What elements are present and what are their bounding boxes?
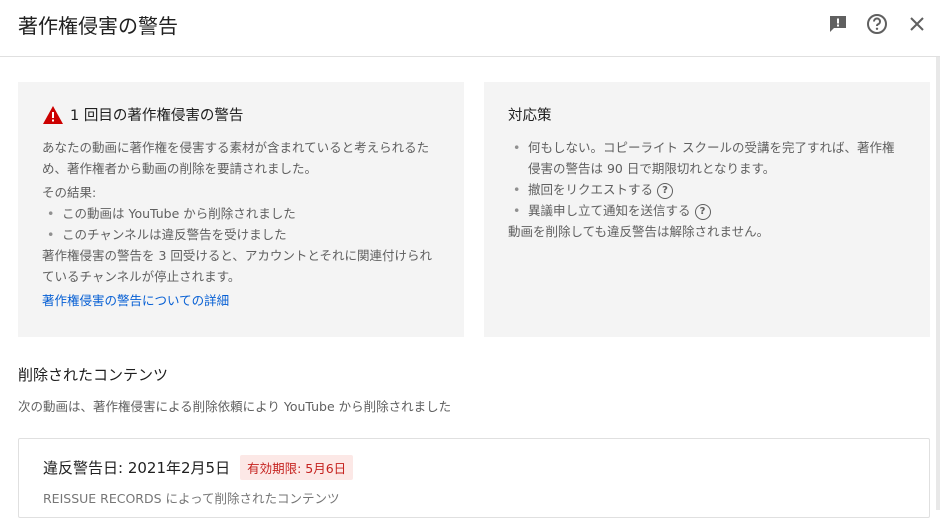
list-item: 何もしない。コピーライト スクールの受講を完了すれば、著作権侵害の警告は 90 … xyxy=(508,137,906,179)
actions-card: 対応策 何もしない。コピーライト スクールの受講を完了すれば、著作権侵害の警告は… xyxy=(484,82,930,337)
removed-item: 違反警告日: 2021年2月5日 有効期限: 5月6日 REISSUE RECO… xyxy=(18,438,930,518)
list-item: この動画は YouTube から削除されました xyxy=(42,203,440,224)
dialog-header: 著作権侵害の警告 xyxy=(0,0,940,57)
removed-heading: 削除されたコンテンツ xyxy=(18,366,169,384)
help-icon[interactable] xyxy=(865,12,889,36)
dialog-title: 著作権侵害の警告 xyxy=(18,14,178,38)
removed-subtext: 次の動画は、著作権侵害による削除依頼により YouTube から削除されました xyxy=(18,399,452,414)
details-link[interactable]: 著作権侵害の警告についての詳細 xyxy=(42,290,440,311)
strike-title: 1 回目の著作権侵害の警告 xyxy=(70,108,244,124)
help-icon[interactable]: ? xyxy=(694,203,711,220)
list-item: このチャンネルは違反警告を受けました xyxy=(42,224,440,245)
actions-list: 何もしない。コピーライト スクールの受講を完了すれば、著作権侵害の警告は 90 … xyxy=(508,137,906,221)
warning-icon xyxy=(43,105,63,124)
counter-notification-text: 異議申し立て通知を送信する xyxy=(528,203,691,218)
list-item: 異議申し立て通知を送信する? xyxy=(508,200,906,221)
list-item: 撤回をリクエストする? xyxy=(508,179,906,200)
feedback-icon[interactable] xyxy=(826,12,850,36)
request-retraction-text: 撤回をリクエストする xyxy=(528,182,654,197)
scrollbar[interactable] xyxy=(936,57,940,510)
result-list: この動画は YouTube から削除されました このチャンネルは違反警告を受けま… xyxy=(42,203,440,245)
help-icon[interactable]: ? xyxy=(657,182,674,199)
strike-warning: 著作権侵害の警告を 3 回受けると、アカウントとそれに関連付けられているチャンネ… xyxy=(42,248,433,284)
close-icon[interactable] xyxy=(905,12,929,36)
actions-note: 動画を削除しても違反警告は解除されません。 xyxy=(508,224,770,239)
strike-card: 1 回目の著作権侵害の警告 あなたの動画に著作権を侵害する素材が含まれていると考… xyxy=(18,82,464,337)
strike-intro: あなたの動画に著作権を侵害する素材が含まれていると考えられるため、著作権者から動… xyxy=(42,140,430,176)
removed-by: REISSUE RECORDS によって削除されたコンテンツ xyxy=(43,491,340,506)
strike-date: 違反警告日: 2021年2月5日 xyxy=(43,459,231,477)
actions-title: 対応策 xyxy=(508,108,552,124)
result-label: その結果: xyxy=(42,185,97,200)
expiry-badge: 有効期限: 5月6日 xyxy=(240,455,354,480)
